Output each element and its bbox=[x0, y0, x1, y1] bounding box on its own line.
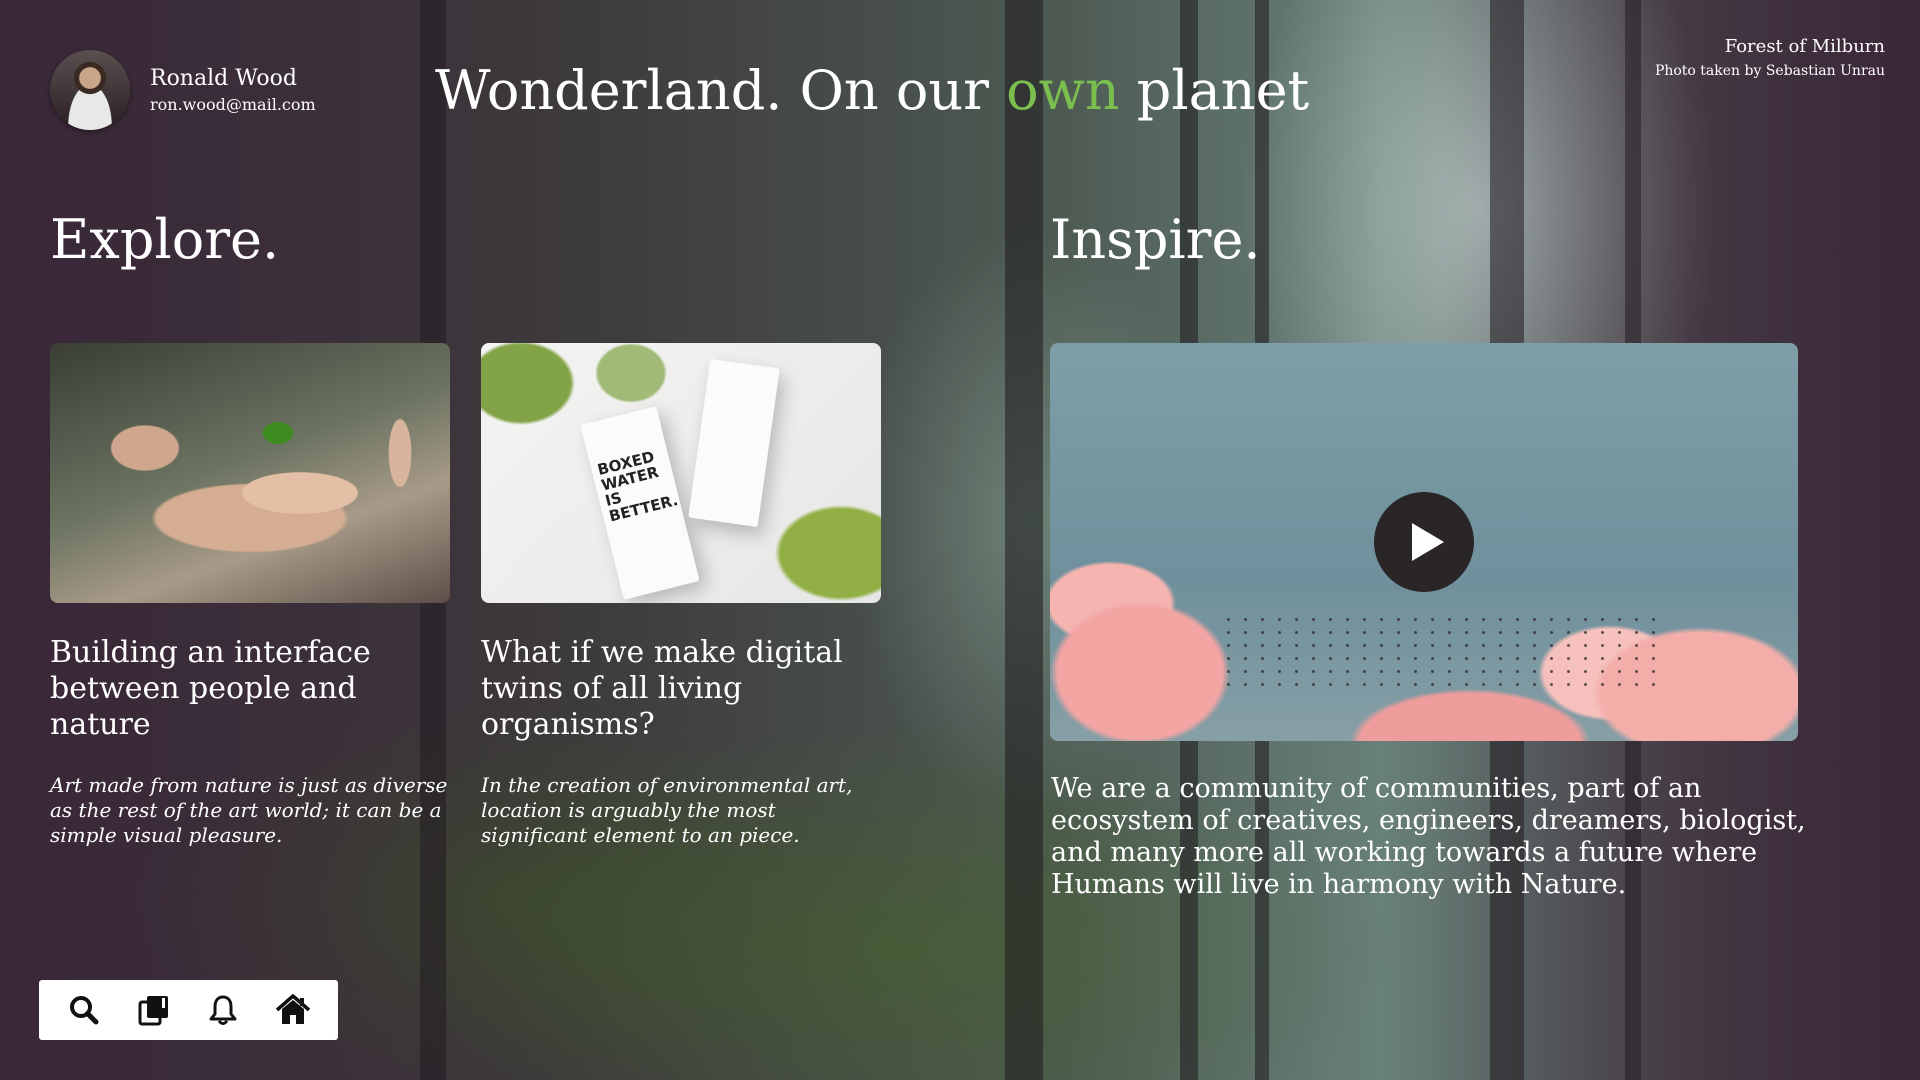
inspire-heading: Inspire. bbox=[1050, 208, 1261, 271]
explore-card-1[interactable]: Building an interface between people and… bbox=[50, 343, 450, 848]
home-button[interactable] bbox=[269, 986, 317, 1034]
photo-credit-title: Forest of Milburn bbox=[1724, 36, 1885, 57]
bottom-toolbar bbox=[39, 980, 338, 1040]
bell-icon bbox=[209, 995, 237, 1025]
avatar[interactable] bbox=[50, 50, 130, 130]
notifications-button[interactable] bbox=[199, 986, 247, 1034]
inspire-video[interactable] bbox=[1050, 343, 1798, 741]
page-title-start: Wonderland. On our bbox=[435, 59, 1007, 122]
carton-label: BOXED WATER IS BETTER. bbox=[595, 447, 680, 526]
card-image-boxed-water[interactable]: BOXED WATER IS BETTER. bbox=[481, 343, 881, 603]
home-icon bbox=[275, 994, 311, 1024]
carton-graphic bbox=[688, 358, 780, 528]
photo-credit-subtitle: Photo taken by Sebastian Unrau bbox=[1654, 63, 1885, 79]
card-description: Art made from nature is just as diverse … bbox=[50, 773, 448, 847]
explore-heading: Explore. bbox=[50, 208, 280, 271]
card-description: In the creation of environmental art, lo… bbox=[481, 773, 853, 847]
library-icon bbox=[138, 996, 168, 1026]
page-title-end: planet bbox=[1119, 59, 1310, 122]
explore-card-2[interactable]: BOXED WATER IS BETTER. What if we make d… bbox=[481, 343, 881, 848]
library-button[interactable] bbox=[130, 986, 178, 1034]
user-name: Ronald Wood bbox=[150, 66, 297, 91]
inspire-description: We are a community of communities, part … bbox=[1051, 773, 1806, 900]
card-title[interactable]: What if we make digital twins of all liv… bbox=[481, 635, 851, 743]
page-title-accent: own bbox=[1006, 59, 1120, 122]
search-icon bbox=[69, 996, 99, 1025]
page-title: Wonderland. On our own planet bbox=[435, 58, 1309, 124]
carton-graphic: BOXED WATER IS BETTER. bbox=[580, 406, 700, 600]
birds-graphic bbox=[1220, 613, 1660, 693]
card-title[interactable]: Building an interface between people and… bbox=[50, 635, 420, 743]
photo-credit: Forest of Milburn Photo taken by Sebasti… bbox=[1655, 34, 1885, 82]
search-button[interactable] bbox=[60, 986, 108, 1034]
user-email: ron.wood@mail.com bbox=[150, 95, 316, 114]
user-profile[interactable]: Ronald Wood ron.wood@mail.com bbox=[50, 50, 316, 130]
card-image-hand-sprout[interactable] bbox=[50, 343, 450, 603]
play-icon bbox=[1412, 523, 1444, 561]
play-button[interactable] bbox=[1374, 492, 1474, 592]
